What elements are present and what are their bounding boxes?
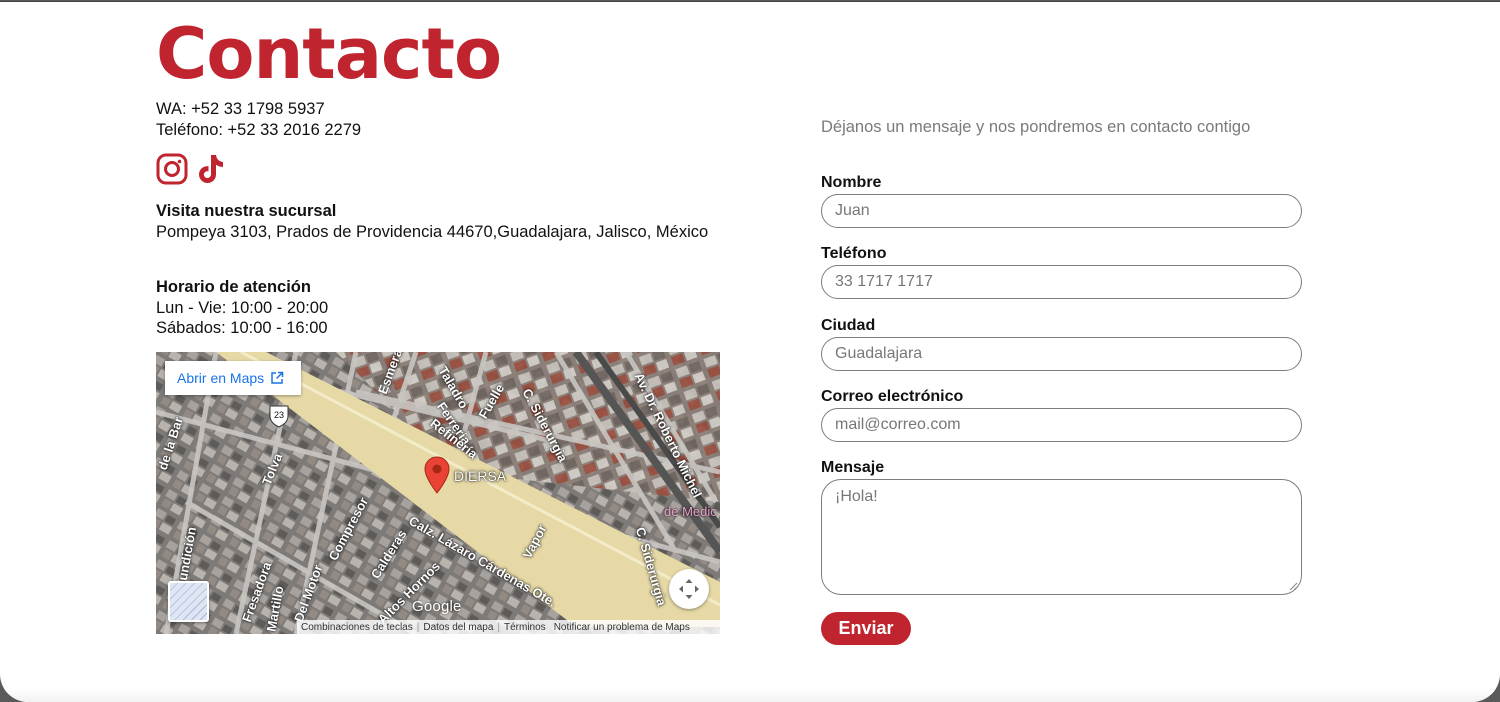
resize-handle-icon[interactable]: [1289, 582, 1298, 591]
whatsapp-number[interactable]: WA: +52 33 1798 5937: [156, 99, 361, 120]
city-label: Ciudad: [821, 317, 876, 334]
phone-label: Teléfono: [821, 245, 887, 262]
city-input[interactable]: Guadalajara: [821, 337, 1302, 371]
hours-weekdays: Lun - Vie: 10:00 - 20:00: [156, 298, 329, 317]
branch-address: Pompeya 3103, Prados de Providencia 4467…: [156, 222, 709, 241]
page-bottom-edge: [0, 688, 1500, 702]
message-placeholder: ¡Hola!: [835, 488, 878, 505]
tiktok-link[interactable]: [196, 153, 226, 185]
map-footer: Combinaciones de teclas | Datos del mapa…: [297, 620, 720, 634]
tiktok-icon: [199, 155, 223, 183]
external-link-icon: [271, 371, 284, 384]
location-pin-icon[interactable]: [424, 456, 450, 494]
marker-label: DIERSA: [454, 468, 507, 484]
email-label: Correo electrónico: [821, 388, 964, 405]
name-placeholder: Juan: [835, 202, 870, 219]
fullscreen-icon: [679, 579, 699, 599]
open-in-maps-button[interactable]: Abrir en Maps: [165, 361, 301, 395]
opening-hours: Horario de atención Lun - Vie: 10:00 - 2…: [156, 277, 328, 339]
instagram-link[interactable]: [156, 153, 188, 185]
branch-info: Visita nuestra sucursal Pompeya 3103, Pr…: [156, 201, 716, 242]
branch-heading: Visita nuestra sucursal: [156, 202, 337, 220]
name-input[interactable]: Juan: [821, 194, 1302, 228]
map-data-link[interactable]: Datos del mapa: [419, 622, 497, 633]
google-logo: Google: [412, 598, 462, 615]
phone-input[interactable]: 33 1717 1717: [821, 265, 1302, 299]
page-title: Contacto: [156, 13, 502, 95]
keyboard-shortcuts-link[interactable]: Combinaciones de teclas: [297, 622, 417, 633]
submit-button[interactable]: Enviar: [821, 612, 911, 645]
message-textarea[interactable]: ¡Hola!: [821, 479, 1302, 595]
svg-text:23: 23: [274, 410, 284, 420]
contact-phones: WA: +52 33 1798 5937 Teléfono: +52 33 20…: [156, 99, 361, 140]
terms-link[interactable]: Términos: [500, 622, 550, 633]
name-label: Nombre: [821, 174, 882, 191]
map-layer-toggle[interactable]: [168, 581, 209, 622]
poi-label: de Medic: [664, 504, 717, 519]
message-label: Mensaje: [821, 459, 885, 476]
phone-number[interactable]: Teléfono: +52 33 2016 2279: [156, 120, 361, 141]
map-fullscreen-button[interactable]: [669, 569, 709, 609]
hours-saturday: Sábados: 10:00 - 16:00: [156, 319, 328, 337]
social-links: [156, 153, 226, 185]
city-placeholder: Guadalajara: [835, 345, 923, 362]
email-input[interactable]: mail@correo.com: [821, 408, 1302, 442]
report-problem-link[interactable]: Notificar un problema de Maps: [550, 622, 694, 633]
form-intro: Déjanos un mensaje y nos pondremos en co…: [821, 118, 1251, 136]
instagram-icon: [156, 153, 188, 185]
phone-placeholder: 33 1717 1717: [835, 273, 933, 290]
contact-page: Contacto WA: +52 33 1798 5937 Teléfono: …: [0, 1, 1500, 702]
hours-heading: Horario de atención: [156, 278, 311, 296]
location-map[interactable]: 23 Esmeralda Taladro Fuelle C. Siderurgi…: [156, 352, 720, 634]
open-in-maps-label: Abrir en Maps: [177, 370, 265, 386]
email-placeholder: mail@correo.com: [835, 416, 961, 433]
